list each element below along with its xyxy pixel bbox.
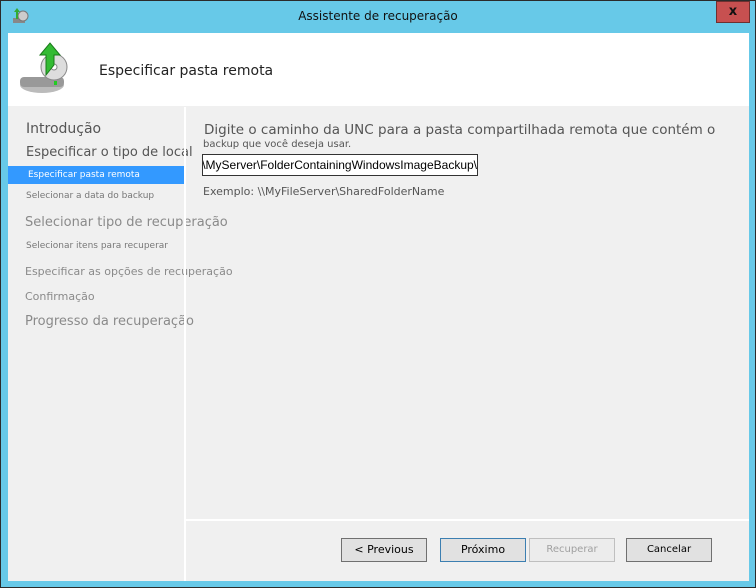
step-progresso: Progresso da recuperação xyxy=(25,314,194,329)
unc-path-value: \\MyServer\FolderContainingWindowsImageB… xyxy=(202,158,477,172)
page-title: Especificar pasta remota xyxy=(99,63,274,79)
step-pasta-remota: Especificar pasta remota xyxy=(8,166,184,184)
window-title: Assistente de recuperação xyxy=(298,9,458,23)
example-text: Exemplo: \\MyFileServer\SharedFolderName xyxy=(203,185,445,198)
close-button[interactable]: x xyxy=(716,1,750,23)
title-bar: Assistente de recuperação x xyxy=(1,1,755,33)
step-tipo-local: Especificar o tipo de local xyxy=(26,145,193,160)
prompt-text-2: backup que você deseja usar. xyxy=(203,139,352,150)
step-itens: Selecionar itens para recuperar xyxy=(26,241,169,251)
prompt-text: Digite o caminho da UNC para a pasta com… xyxy=(204,122,716,138)
content-panel: Digite o caminho da UNC para a pasta com… xyxy=(186,107,749,581)
cancel-button[interactable]: Cancelar xyxy=(626,538,712,562)
step-data-backup: Selecionar a data do backup xyxy=(26,191,155,201)
step-introducao: Introdução xyxy=(26,121,102,137)
next-button[interactable]: Próximo xyxy=(440,538,526,562)
unc-path-input[interactable]: \\MyServer\FolderContainingWindowsImageB… xyxy=(202,154,478,176)
button-separator xyxy=(186,519,749,521)
backup-restore-icon xyxy=(20,42,68,93)
wizard-window: Assistente de recuperação x Especificar … xyxy=(0,0,756,588)
wizard-header: Especificar pasta remota xyxy=(8,33,749,106)
previous-button[interactable]: < Previous xyxy=(341,538,427,562)
step-confirmacao: Confirmação xyxy=(25,290,95,303)
steps-panel: Introdução Especificar o tipo de local E… xyxy=(8,107,233,581)
recover-button[interactable]: Recuperar xyxy=(529,538,615,562)
wizard-client: Especificar pasta remota Introdução Espe… xyxy=(8,33,749,581)
